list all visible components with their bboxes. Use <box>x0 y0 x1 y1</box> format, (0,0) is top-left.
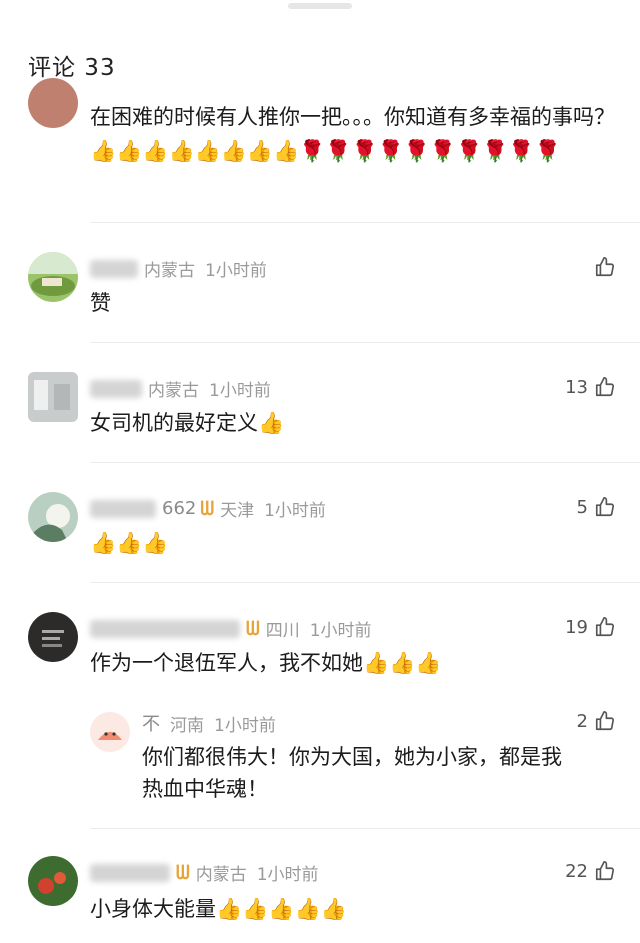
like-button[interactable] <box>588 256 616 278</box>
comment-time: 1小时前 <box>205 261 267 281</box>
comment-meta: 662 ᗯ 天津 1小时前 <box>90 496 326 521</box>
commenter-avatar[interactable] <box>28 78 78 128</box>
reply-like-button[interactable]: 2 <box>577 710 616 732</box>
comment-meta: ᗯ 内蒙古 1小时前 <box>90 860 319 885</box>
comment-text: 女司机的最好定义👍 <box>90 411 285 435</box>
comment-meta: 内蒙古 1小时前 <box>90 376 271 401</box>
like-count: 2 <box>576 710 588 732</box>
commenter-avatar[interactable] <box>28 856 78 906</box>
like-count: 22 <box>565 860 588 882</box>
drag-handle[interactable] <box>288 3 352 9</box>
comment-divider <box>90 342 640 343</box>
thumbs-up-icon <box>595 497 615 517</box>
comment-location: 四川 <box>265 621 300 641</box>
comments-title: 评论 33 <box>28 55 116 81</box>
username-blurred[interactable] <box>90 619 240 638</box>
commenter-avatar[interactable] <box>28 492 78 542</box>
comment-meta: ᗯ 四川 1小时前 <box>90 616 372 641</box>
vip-badge-icon: ᗯ <box>176 861 190 884</box>
username-blurred[interactable] <box>90 379 142 398</box>
comment-divider <box>90 828 640 829</box>
vip-badge-icon: ᗯ <box>200 497 215 520</box>
comment-location: 天津 <box>220 501 255 521</box>
comment-location: 内蒙古 <box>195 865 247 885</box>
reply-text-line: 热血中华魂！ <box>142 777 268 801</box>
thumbs-up-icon <box>595 711 615 731</box>
comment-divider <box>90 582 640 583</box>
thumbs-up-icon <box>595 377 615 397</box>
vip-badge-icon: ᗯ <box>246 617 260 640</box>
comment-text: 👍👍👍 <box>90 531 169 555</box>
reply-avatar[interactable] <box>90 712 130 752</box>
like-count: 5 <box>576 496 588 518</box>
comment-divider <box>90 462 640 463</box>
reply-time: 1小时前 <box>214 715 276 736</box>
thumbs-up-icon <box>595 617 615 637</box>
reply-username[interactable]: 不 <box>142 710 160 736</box>
commenter-avatar[interactable] <box>28 612 78 662</box>
comment-time: 1小时前 <box>256 865 319 885</box>
comment-time: 1小时前 <box>309 621 372 641</box>
reply-text-line: 你们都很伟大！你为大国，她为小家，都是我 <box>142 745 562 769</box>
thumbs-up-icon <box>595 257 615 277</box>
username-blurred[interactable] <box>90 499 156 518</box>
username-blurred[interactable] <box>90 259 138 278</box>
comment-location: 内蒙古 <box>144 261 195 281</box>
comment-meta: 内蒙古 1小时前 <box>90 256 267 281</box>
like-button[interactable]: 19 <box>565 616 616 638</box>
username-blurred[interactable] <box>90 863 170 882</box>
comment-text: 在困难的时候有人推你一把。。。你知道有多幸福的事吗？👍👍👍👍👍👍👍👍🌹🌹🌹🌹🌹🌹… <box>90 105 615 163</box>
username-visible[interactable]: 662 <box>162 498 196 519</box>
comment-text: 小身体大能量👍👍👍👍👍 <box>90 897 347 921</box>
comment-time: 1小时前 <box>209 381 271 401</box>
like-count: 19 <box>565 616 588 638</box>
commenter-avatar[interactable] <box>28 252 78 302</box>
reply-meta: 不 河南 1小时前 <box>142 710 276 736</box>
like-count: 13 <box>565 376 588 398</box>
comment-text: 赞 <box>90 291 111 315</box>
reply-location: 河南 <box>170 715 204 736</box>
comment-time: 1小时前 <box>264 501 326 521</box>
comment-text: 作为一个退伍军人，我不如她👍👍👍 <box>90 651 442 675</box>
like-button[interactable]: 5 <box>577 496 616 518</box>
like-button[interactable]: 13 <box>565 376 616 398</box>
commenter-avatar[interactable] <box>28 372 78 422</box>
thumbs-up-icon <box>595 861 615 881</box>
like-button[interactable]: 22 <box>565 860 616 882</box>
comment-divider <box>90 222 640 223</box>
comment-location: 内蒙古 <box>148 381 199 401</box>
